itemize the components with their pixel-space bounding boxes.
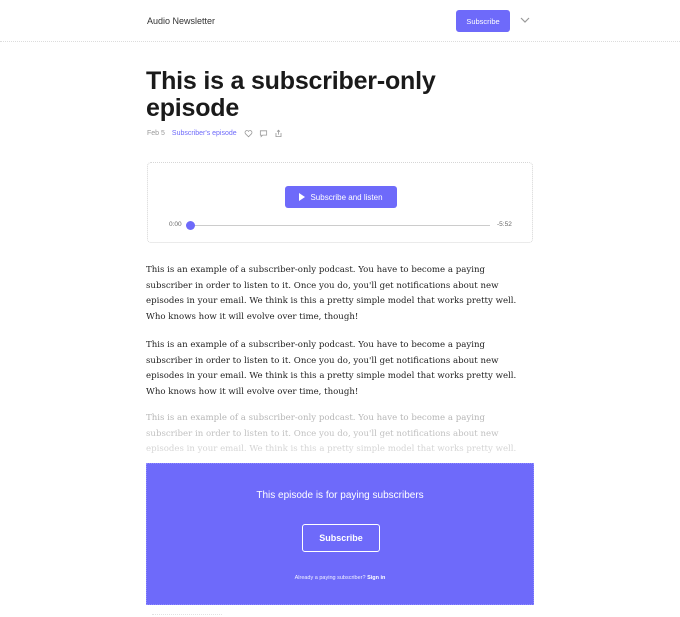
paywall-subscribe-button[interactable]: Subscribe (302, 524, 380, 552)
post-title: This is a subscriber-only episode (146, 67, 436, 122)
body-paragraph: This is an example of a subscriber-only … (146, 265, 517, 323)
signin-prompt: Already a paying subscriber? (294, 575, 366, 581)
header-subscribe-button[interactable]: Subscribe (456, 10, 510, 32)
text-fade-overlay (146, 425, 536, 467)
episode-type-link[interactable]: Subscriber's episode (172, 130, 237, 137)
publication-name[interactable]: Audio Newsletter (147, 16, 215, 26)
subscribe-and-listen-button[interactable]: Subscribe and listen (285, 186, 397, 208)
progress-track[interactable] (190, 225, 490, 226)
chevron-down-icon[interactable] (519, 15, 531, 25)
signin-line: Already a paying subscriber? Sign in (147, 575, 533, 581)
audio-player: Subscribe and listen 0:00 -5:52 (147, 162, 533, 243)
post-meta: Feb 5 Subscriber's episode (147, 128, 289, 138)
listen-button-label: Subscribe and listen (310, 192, 383, 202)
divider (152, 614, 222, 615)
time-elapsed: 0:00 (169, 221, 182, 228)
body-paragraph: This is an example of a subscriber-only … (146, 340, 517, 398)
time-remaining: -5:52 (497, 221, 512, 228)
play-icon (299, 193, 306, 201)
comment-icon[interactable] (259, 129, 268, 138)
share-icon[interactable] (274, 129, 283, 138)
progress-knob[interactable] (186, 221, 195, 230)
signin-link[interactable]: Sign in (367, 575, 385, 581)
heart-icon[interactable] (244, 129, 253, 138)
top-bar: Audio Newsletter Subscribe (0, 0, 680, 42)
paywall-title: This episode is for paying subscribers (256, 490, 424, 501)
post-date: Feb 5 (147, 129, 165, 137)
paywall-box: This episode is for paying subscribers S… (146, 463, 534, 605)
